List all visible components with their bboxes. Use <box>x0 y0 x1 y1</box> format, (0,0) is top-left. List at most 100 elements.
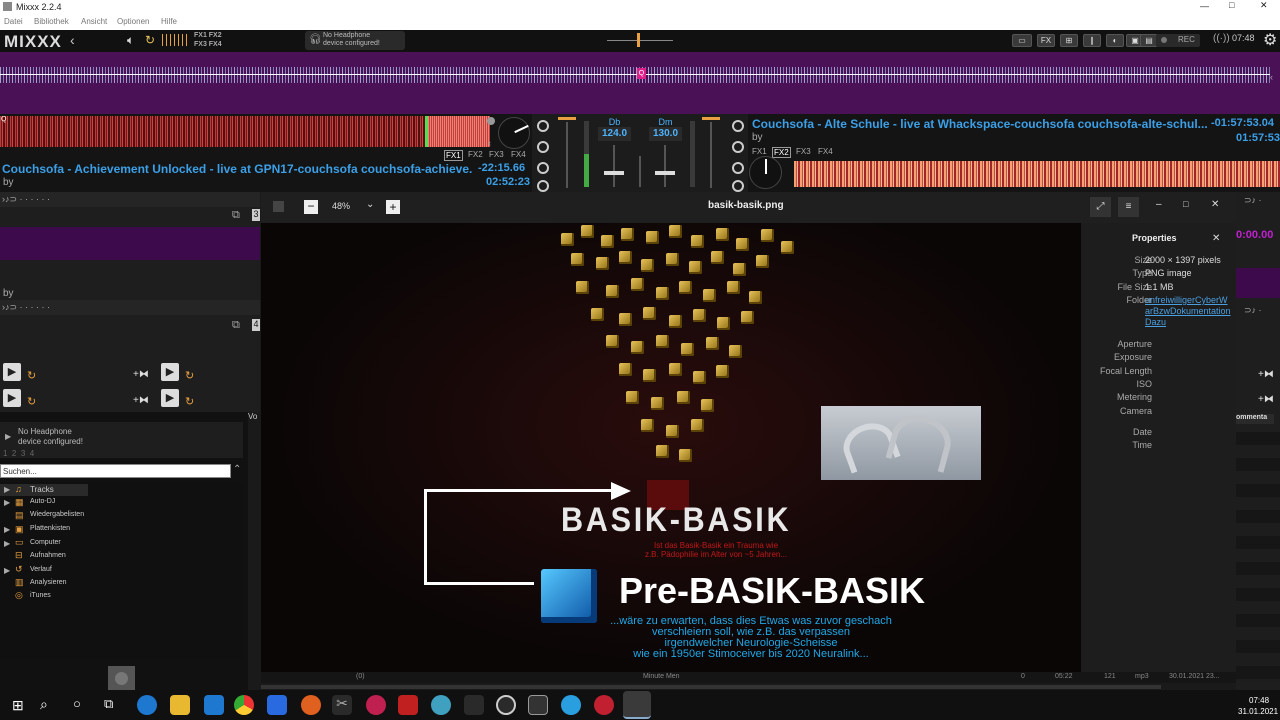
menu-hilfe[interactable]: Hilfe <box>161 17 177 26</box>
obs-icon[interactable] <box>496 695 516 715</box>
deck2-spinny[interactable] <box>749 156 782 189</box>
library-search-input[interactable]: Suchen... <box>0 464 231 478</box>
deck2-bpm[interactable]: 130.0 <box>649 127 682 141</box>
deck1-filter-knob[interactable] <box>537 180 549 192</box>
deck1-eq-mid-knob[interactable] <box>537 141 549 153</box>
close-icon[interactable]: ✕ <box>1260 0 1268 11</box>
settings-gear-icon[interactable]: ⚙ <box>1263 30 1277 50</box>
broadcast-icon[interactable]: ((·)) <box>1213 33 1230 44</box>
mic-toggle-button[interactable]: ∥ <box>1083 34 1101 47</box>
menu-ansicht[interactable]: Ansicht <box>81 17 107 26</box>
menu-bibliothek[interactable]: Bibliothek <box>34 17 69 26</box>
viewer-maximize-icon[interactable]: □ <box>1183 199 1188 209</box>
tree-recordings[interactable]: Aufnahmen <box>30 552 66 559</box>
sampler2-loop-icon[interactable]: ↻ <box>185 369 194 382</box>
deck3-controls-row[interactable]: ›♪⊃ · · · · · · <box>0 300 260 315</box>
menu-optionen[interactable]: Optionen <box>117 17 149 26</box>
file-explorer-icon[interactable] <box>170 695 190 715</box>
right-controls-icon[interactable]: ⊃♪ · <box>1244 195 1262 206</box>
minimize-icon[interactable]: — <box>1200 1 1209 11</box>
tree-itunes[interactable]: iTunes <box>30 592 51 599</box>
deck4-repeat-icon[interactable]: ⧉ <box>232 319 240 332</box>
zoom-dropdown-icon[interactable]: ⌄ <box>366 199 374 210</box>
fullscreen-button[interactable]: ⤢ <box>1090 197 1111 217</box>
deck2-volume-track[interactable] <box>710 122 712 188</box>
maximize-icon[interactable]: □ <box>1229 0 1234 10</box>
track-table-row[interactable]: (0) Minute Men 0 05:22 121 mp3 30.01.202… <box>261 672 1236 683</box>
speaker-icon[interactable]: 🔈︎ <box>127 33 134 48</box>
taskbar-date[interactable]: 31.01.2021 <box>1238 707 1278 716</box>
viewer-menu-button[interactable]: ≡ <box>1118 197 1139 217</box>
deck1-volume-track[interactable] <box>566 122 568 188</box>
table-scrollbar[interactable] <box>261 685 1161 689</box>
sampler3-loop-icon[interactable]: ↻ <box>27 395 36 408</box>
deck1-controls-row[interactable]: ›♪⊃ · · · · · · <box>0 192 260 207</box>
tree-playlists[interactable]: Wiedergabelisten <box>30 511 84 518</box>
deck1-fx2[interactable]: FX2 <box>468 150 483 159</box>
viewer-close-icon[interactable]: ✕ <box>1211 199 1219 210</box>
viewer-minimize-icon[interactable]: – <box>1156 199 1162 210</box>
right-table-header[interactable]: ommenta <box>1236 414 1274 424</box>
sampler3-play-button[interactable]: ▶ <box>3 389 21 407</box>
zoom-out-button[interactable]: − <box>304 200 318 214</box>
tool-icon[interactable]: ✂ <box>332 695 352 715</box>
sync-icon[interactable]: ↻ <box>145 33 155 47</box>
preview-play-icon[interactable]: ▶ <box>5 432 11 441</box>
telegram-icon[interactable] <box>561 695 581 715</box>
taskbar-time[interactable]: 07:48 <box>1249 696 1269 705</box>
sampler4-play-button[interactable]: ▶ <box>161 389 179 407</box>
tree-analyze[interactable]: Analysieren <box>30 579 67 586</box>
zoom-in-button[interactable]: + <box>386 200 400 214</box>
sampler1-play-button[interactable]: ▶ <box>3 363 21 381</box>
settings-app-icon[interactable] <box>464 695 484 715</box>
mixxx-taskbar-icon[interactable] <box>623 691 651 719</box>
right-controls-icon-2[interactable]: ⊃♪ · <box>1244 305 1262 316</box>
deck1-eq-high-knob[interactable] <box>537 120 549 132</box>
search-collapse-icon[interactable]: ⌃ <box>233 464 241 475</box>
overview-waveform[interactable]: Q ‹ <box>0 52 1280 114</box>
search-icon[interactable]: ⌕ <box>40 696 48 713</box>
deck2-fx4[interactable]: FX4 <box>818 147 833 156</box>
deck2-fx1[interactable]: FX1 <box>752 147 767 156</box>
record-button[interactable]: REC <box>1156 34 1200 47</box>
opera-icon[interactable] <box>594 695 614 715</box>
deck1-pitch-handle[interactable] <box>604 171 624 175</box>
edge-icon[interactable] <box>137 695 157 715</box>
right-sampler-add-icon-2[interactable]: +⧓ <box>1258 394 1274 405</box>
sampler2-play-button[interactable]: ▶ <box>161 363 179 381</box>
zoom-level[interactable]: 48% <box>332 201 350 211</box>
task-view-icon[interactable]: ⧉ <box>104 696 113 712</box>
collapse-chevron-icon[interactable]: ‹ <box>70 32 75 48</box>
sampler4-loop-icon[interactable]: ↻ <box>185 395 194 408</box>
deck1-sync-dot[interactable] <box>487 117 495 125</box>
deck1-fx3[interactable]: FX3 <box>489 150 504 159</box>
sampler1-add-icon[interactable]: +⧓ <box>133 369 149 380</box>
properties-close-icon[interactable]: ✕ <box>1212 233 1220 244</box>
debian-icon[interactable] <box>366 695 386 715</box>
tree-tracks[interactable]: Tracks <box>30 485 54 494</box>
deck1-fx1[interactable]: FX1 <box>444 150 463 161</box>
fx-bottom-label[interactable]: FX3 FX4 <box>194 41 222 48</box>
mixer-toggle-button[interactable]: ▭ <box>1012 34 1032 47</box>
right-deck-waveform[interactable] <box>1236 268 1280 298</box>
deck1-fx4[interactable]: FX4 <box>511 150 526 159</box>
tree-crates[interactable]: Plattenkisten <box>30 525 70 532</box>
deck2-pitch-handle[interactable] <box>655 171 675 175</box>
deck2-eq-mid-knob[interactable] <box>732 141 744 153</box>
menu-datei[interactable]: Datei <box>4 17 23 26</box>
tree-computer[interactable]: Computer <box>30 539 61 546</box>
video-app-icon[interactable] <box>398 695 418 715</box>
ubuntu-icon[interactable] <box>301 695 321 715</box>
crossfader-handle[interactable] <box>637 33 640 47</box>
deck3-waveform[interactable] <box>0 227 260 260</box>
prop-folder-link[interactable]: unfreiwilligerCyberWarBzwDokumentationDa… <box>1145 295 1231 328</box>
deck2-pitch-track[interactable] <box>664 145 666 187</box>
deck2-filter-knob[interactable] <box>732 180 744 192</box>
sampler3-add-icon[interactable]: +⧓ <box>133 395 149 406</box>
deck1-bpm[interactable]: 124.0 <box>598 127 631 141</box>
expand-chevron-icon[interactable]: ‹ <box>1270 72 1273 82</box>
windows-start-icon[interactable]: ⊞ <box>12 697 24 714</box>
crossfader-track[interactable] <box>607 40 673 41</box>
deck2-eq-low-knob[interactable] <box>732 162 744 174</box>
right-sampler-add-icon[interactable]: +⧓ <box>1258 369 1274 380</box>
